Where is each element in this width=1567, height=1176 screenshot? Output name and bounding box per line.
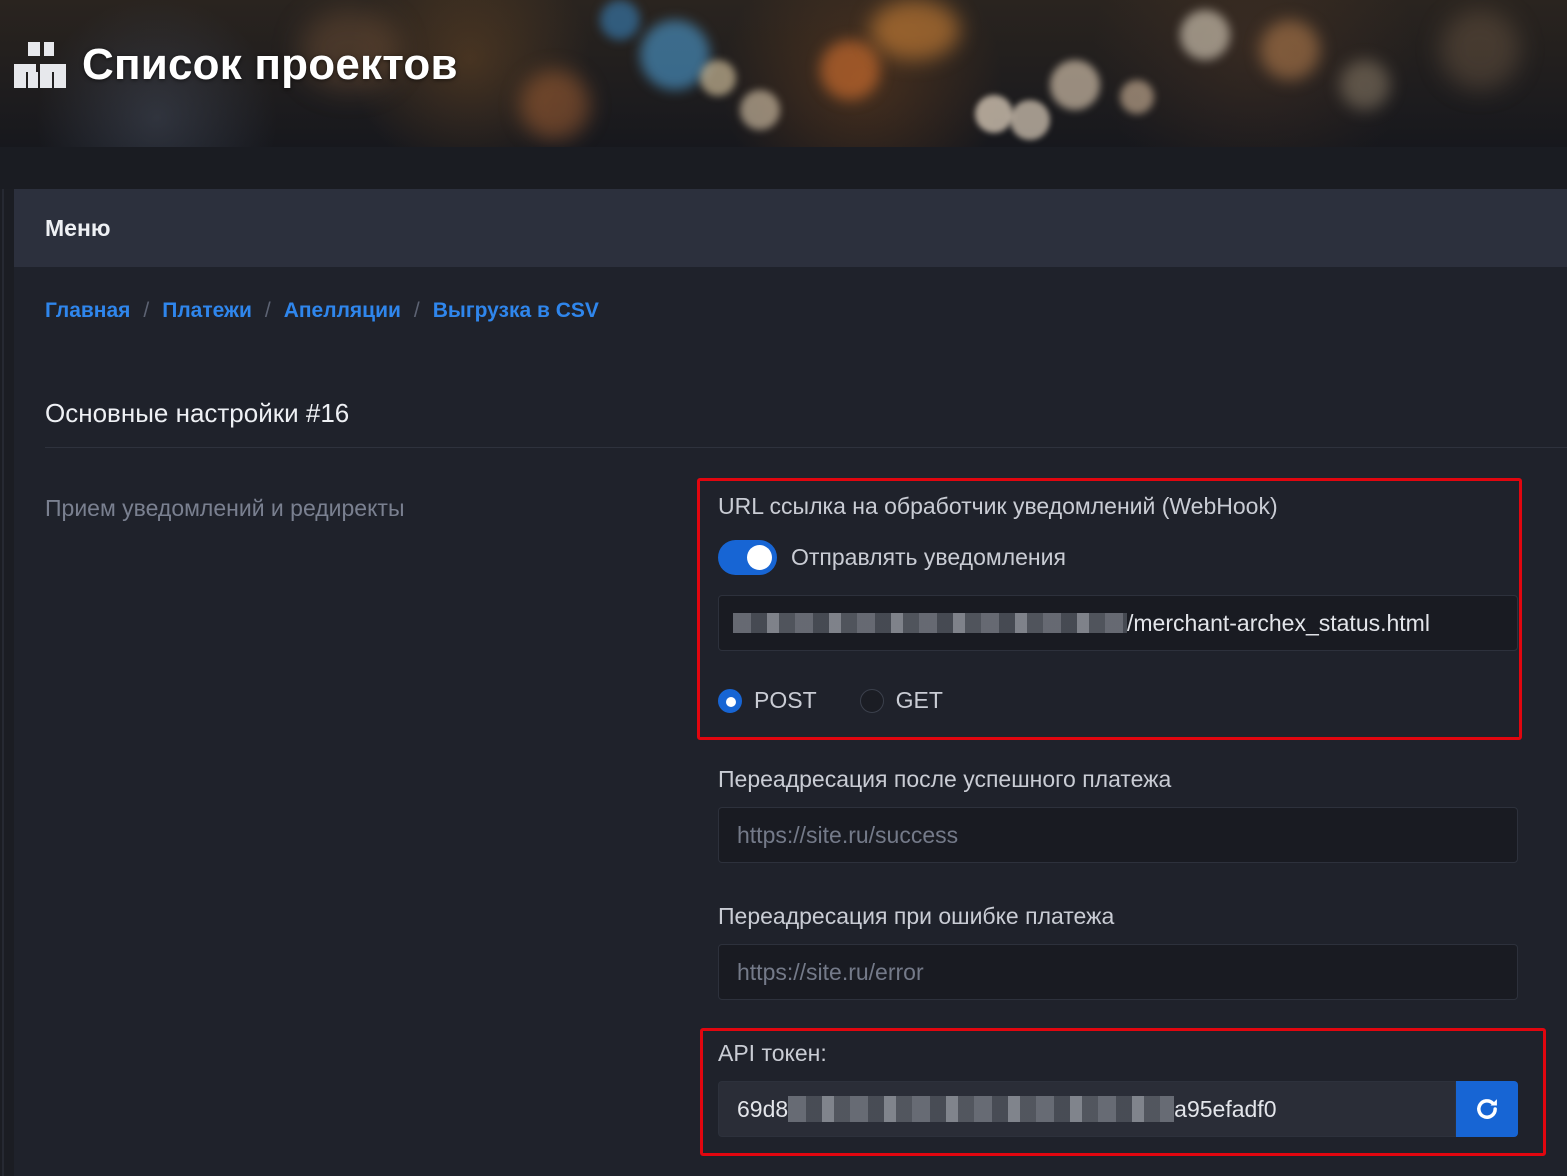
header-banner: Список проектов xyxy=(0,0,1567,147)
breadcrumb-payments[interactable]: Платежи xyxy=(162,299,252,323)
settings-card: Меню Главная / Платежи / Апелляции / Выг… xyxy=(14,189,1567,1176)
method-radio-group: POST GET xyxy=(718,687,986,714)
api-token-label: API токен: xyxy=(718,1040,827,1066)
radio-post-label: POST xyxy=(754,687,817,713)
left-edge xyxy=(0,189,14,1176)
breadcrumb-separator: / xyxy=(413,299,420,322)
blocks-logo-icon xyxy=(14,42,66,88)
page-title: Список проектов xyxy=(82,40,458,89)
api-token-prefix: 69d8 xyxy=(737,1095,789,1122)
api-token-field[interactable]: 69d8 a95efadf0 xyxy=(718,1081,1456,1137)
header-gap xyxy=(0,147,1567,189)
section-divider xyxy=(45,447,1567,448)
header-title-group: Список проектов xyxy=(14,40,458,90)
bokeh-light xyxy=(700,60,736,96)
notifications-toggle-label: Отправлять уведомления xyxy=(791,544,1066,570)
section-caption: Прием уведомлений и редиректы xyxy=(45,495,405,521)
regenerate-token-button[interactable] xyxy=(1456,1081,1518,1137)
error-redirect-label: Переадресация при ошибке платежа xyxy=(718,903,1115,929)
error-redirect-input[interactable]: https://site.ru/error xyxy=(718,944,1518,1000)
notifications-toggle-row: Отправлять уведомления xyxy=(718,540,1066,575)
method-post-option[interactable]: POST xyxy=(718,687,817,714)
breadcrumb-csv-export[interactable]: Выгрузка в CSV xyxy=(433,299,599,323)
radio-post[interactable] xyxy=(718,688,742,713)
radio-get[interactable] xyxy=(859,688,884,713)
radio-get-label: GET xyxy=(895,687,943,713)
refresh-icon xyxy=(1477,1099,1497,1119)
notifications-toggle[interactable] xyxy=(718,540,777,575)
bokeh-light xyxy=(820,40,880,100)
bokeh-light xyxy=(1440,10,1520,90)
breadcrumb-home[interactable]: Главная xyxy=(45,299,130,323)
bokeh-light xyxy=(1050,60,1100,110)
redacted-text xyxy=(733,613,1127,633)
redacted-url: /merchant-archex_status.html xyxy=(733,610,1430,637)
breadcrumb: Главная / Платежи / Апелляции / Выгрузка… xyxy=(45,299,599,323)
bokeh-light xyxy=(975,95,1013,133)
bokeh-light xyxy=(1340,60,1390,110)
bokeh-light xyxy=(740,90,780,130)
webhook-url-suffix: /merchant-archex_status.html xyxy=(1127,609,1430,636)
bokeh-light xyxy=(520,70,590,140)
bokeh-light xyxy=(870,0,960,60)
bokeh-light xyxy=(1010,100,1050,140)
section-title: Основные настройки #16 xyxy=(45,398,350,428)
success-redirect-label: Переадресация после успешного платежа xyxy=(718,766,1172,792)
bokeh-light xyxy=(600,0,640,40)
webhook-url-input[interactable]: /merchant-archex_status.html xyxy=(718,595,1518,651)
menu-title[interactable]: Меню xyxy=(45,215,111,242)
api-token-suffix: a95efadf0 xyxy=(1174,1095,1277,1122)
webhook-label: URL ссылка на обработчик уведомлений (We… xyxy=(718,493,1278,519)
breadcrumb-separator: / xyxy=(264,299,271,322)
bokeh-light xyxy=(1260,20,1320,80)
menu-bar[interactable]: Меню xyxy=(14,189,1567,267)
bokeh-light xyxy=(1180,10,1230,60)
redacted-text xyxy=(788,1096,1175,1122)
breadcrumb-separator: / xyxy=(143,299,150,322)
success-redirect-input[interactable]: https://site.ru/success xyxy=(718,807,1518,863)
toggle-knob xyxy=(747,545,772,570)
method-get-option[interactable]: GET xyxy=(859,687,943,714)
bokeh-light xyxy=(1120,80,1154,114)
breadcrumb-appeals[interactable]: Апелляции xyxy=(284,299,401,323)
